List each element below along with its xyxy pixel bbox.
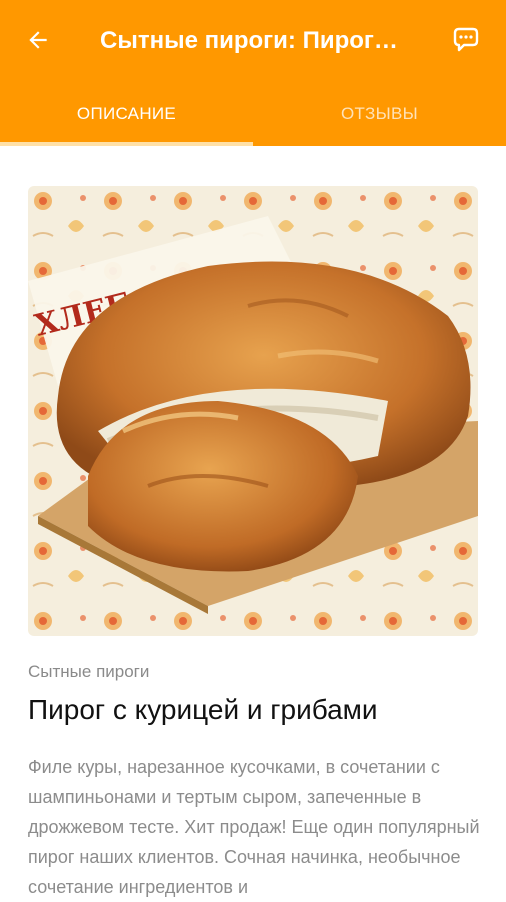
app-bar: Сытные пироги: Пирог с курицей и грибами…	[0, 0, 506, 146]
product-description: Филе куры, нарезанное кусочками, в сочет…	[28, 757, 480, 897]
toolbar: Сытные пироги: Пирог с курицей и грибами	[0, 0, 506, 82]
product-category: Сытные пироги	[28, 662, 150, 681]
product-name: Пирог с курицей и грибами	[28, 694, 378, 725]
tab-description[interactable]: ОПИСАНИЕ	[0, 82, 253, 146]
page-title: Сытные пироги: Пирог с курицей и грибами	[100, 27, 400, 54]
tab-description-label: ОПИСАНИЕ	[76, 104, 177, 123]
tab-reviews[interactable]: ОТЗЫВЫ	[253, 82, 506, 146]
chat-button[interactable]	[442, 16, 490, 64]
tab-indicator	[0, 142, 253, 146]
tab-bar: ОПИСАНИЕ ОТЗЫВЫ	[0, 82, 506, 146]
arrow-back-icon	[29, 31, 47, 49]
product-image: ХЛЕБ СОЛЬ	[28, 186, 478, 636]
chat-bubble-icon	[453, 27, 479, 52]
back-button[interactable]	[14, 16, 62, 64]
tab-reviews-label: ОТЗЫВЫ	[341, 104, 418, 123]
